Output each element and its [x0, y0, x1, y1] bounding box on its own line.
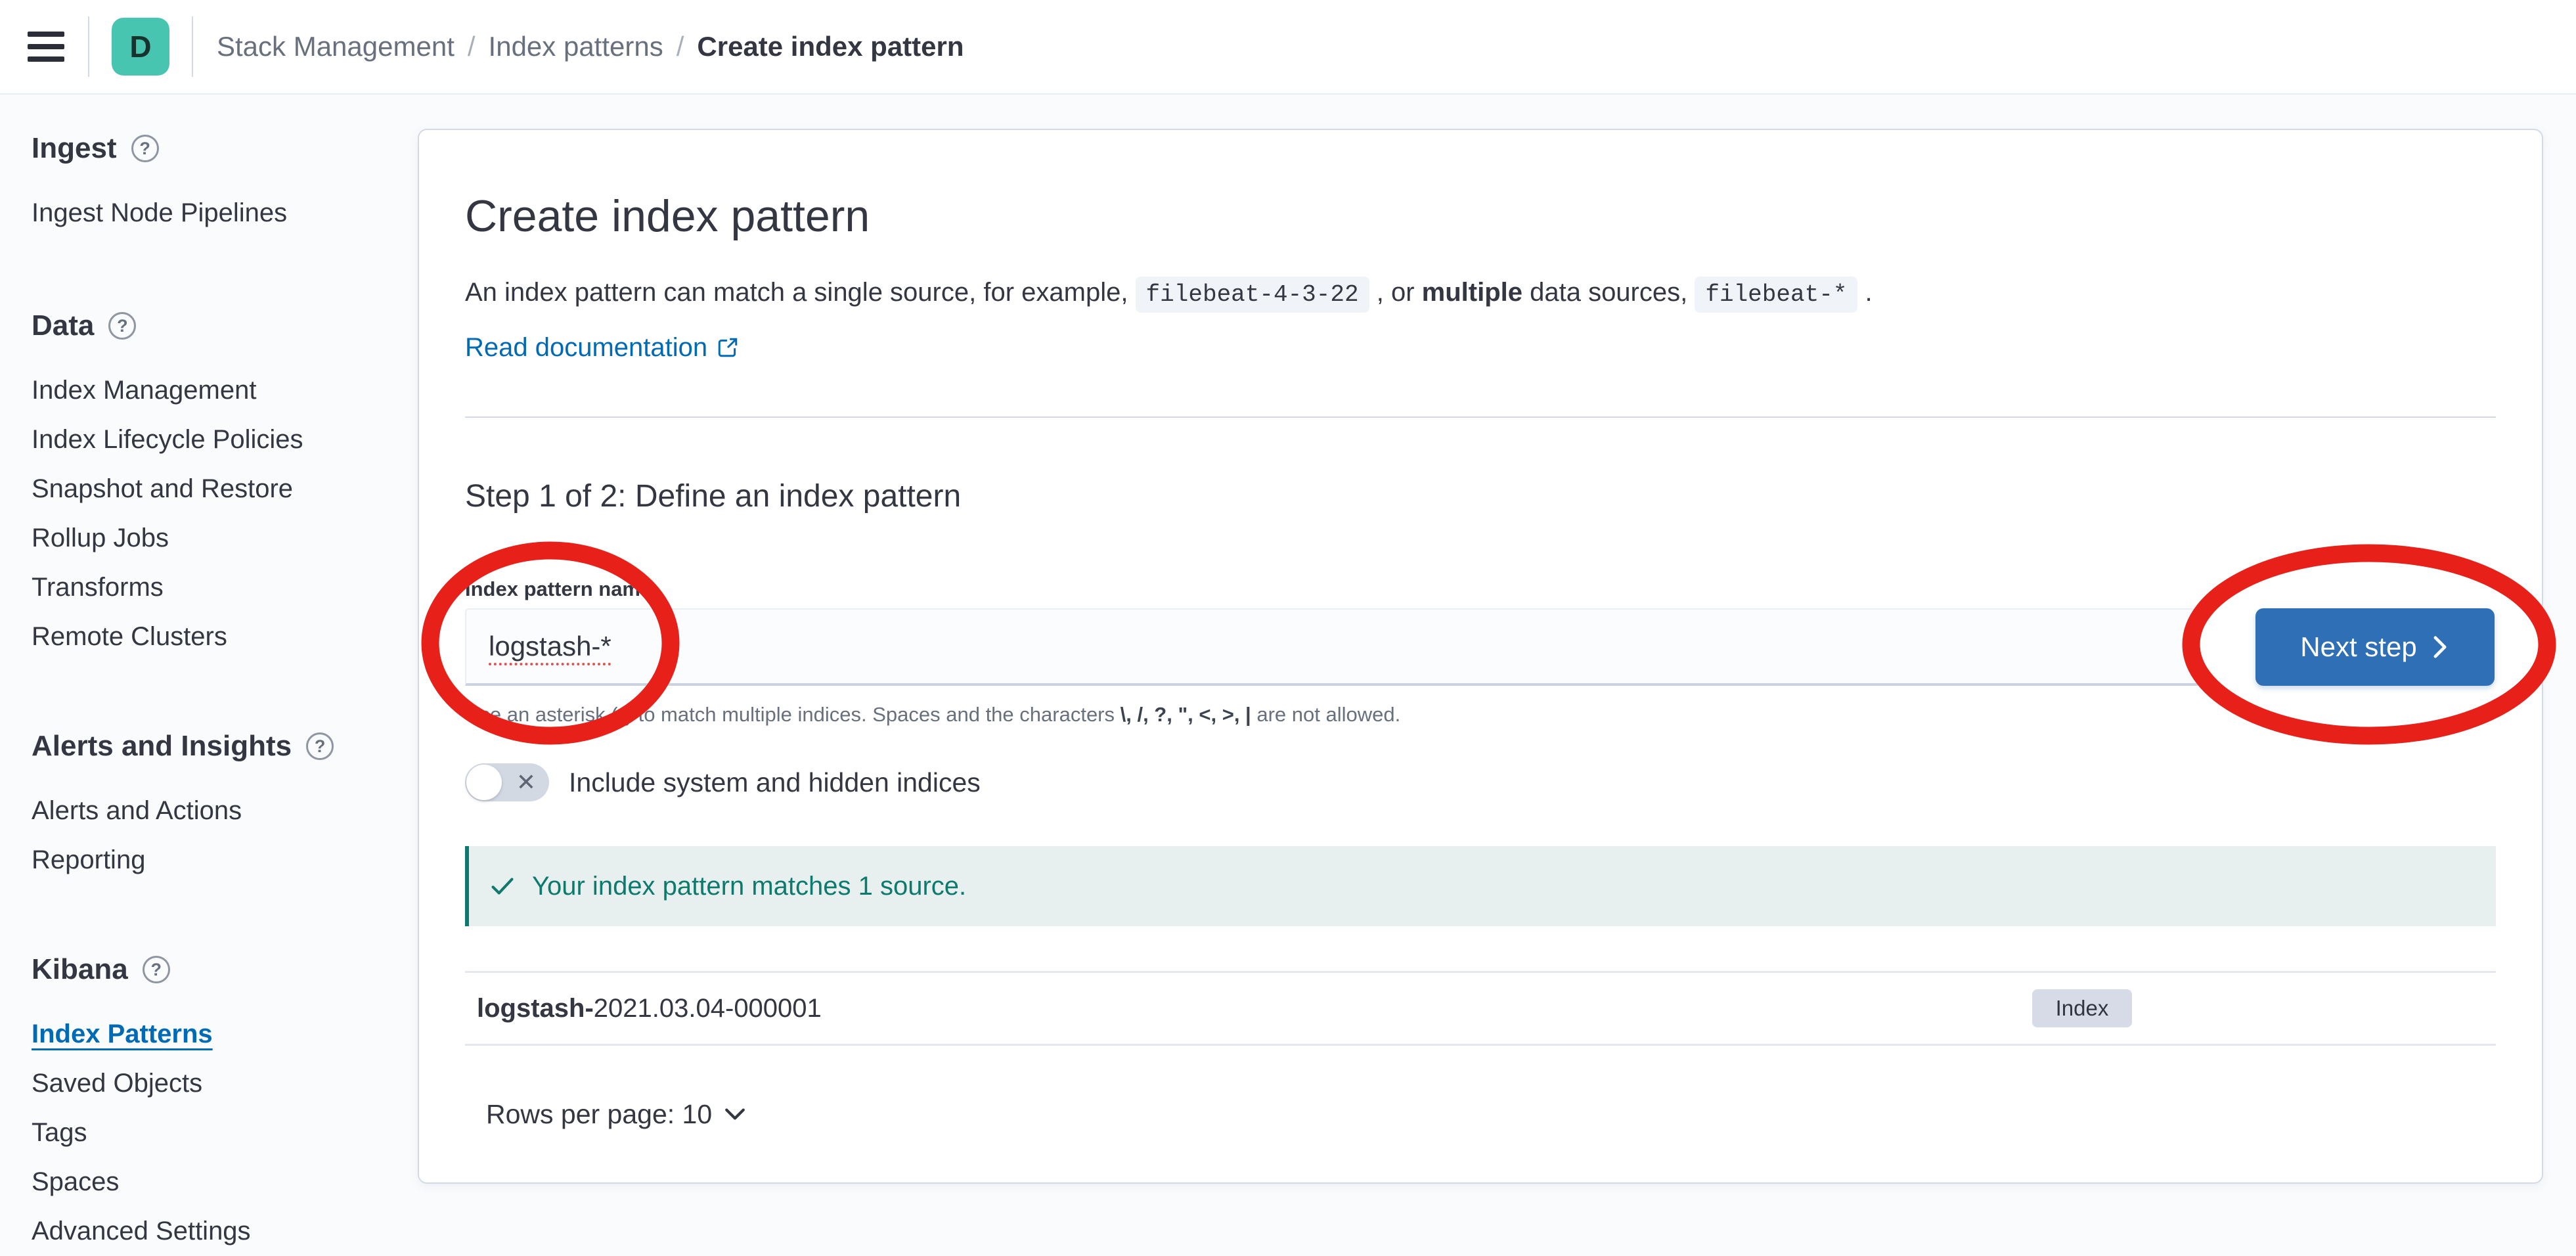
sidebar-item-rollup-jobs[interactable]: Rollup Jobs [32, 514, 399, 563]
sidebar-item-ingest-node-pipelines[interactable]: Ingest Node Pipelines [32, 189, 399, 238]
page-title: Create index pattern [465, 191, 2496, 242]
rows-per-page-label: Rows per page: 10 [486, 1099, 712, 1130]
space-avatar[interactable]: D [112, 18, 169, 76]
help-icon[interactable]: ? [306, 732, 334, 760]
read-documentation-link[interactable]: Read documentation [465, 327, 739, 368]
input-helper-text: Use an asterisk (*) to match multiple in… [465, 702, 2496, 728]
sidebar-section-title: Data [32, 309, 94, 342]
sidebar-item-index-patterns[interactable]: Index Patterns [32, 1010, 399, 1059]
matching-sources-table-row: logstash-2021.03.04-000001 Index [465, 971, 2496, 1046]
check-icon [489, 872, 516, 900]
description-part: , or [1369, 278, 1422, 307]
breadcrumb-create-index-pattern: Create index pattern [697, 31, 964, 62]
breadcrumb-index-patterns[interactable]: Index patterns [489, 31, 663, 62]
helper-prefix: Use an asterisk (*) to match multiple in… [465, 703, 1121, 726]
rows-per-page-dropdown[interactable]: Rows per page: 10 [465, 1096, 746, 1133]
helper-forbidden-chars: \, /, ?, ", <, >, | [1121, 703, 1251, 726]
index-pattern-input-value: logstash-* [489, 631, 611, 662]
index-pattern-name-label: Index pattern name [465, 577, 2496, 602]
description-text: An index pattern can match a single sour… [465, 272, 2496, 315]
success-callout-message: Your index pattern matches 1 source. [532, 872, 966, 901]
sidebar-section-title: Ingest [32, 132, 117, 165]
sidebar-item-index-management[interactable]: Index Management [32, 366, 399, 415]
sidebar-item-alerts-and-actions[interactable]: Alerts and Actions [32, 786, 399, 836]
breadcrumb: Stack Management / Index patterns / Crea… [217, 31, 964, 62]
sidebar-item-reporting[interactable]: Reporting [32, 836, 399, 885]
toggle-off-x-icon: ✕ [516, 771, 536, 794]
external-link-icon [717, 336, 739, 359]
next-step-label: Next step [2300, 631, 2416, 663]
success-callout: Your index pattern matches 1 source. [465, 846, 2496, 926]
breadcrumb-separator: / [677, 31, 684, 62]
sidebar-section-kibana: Kibana ? Index Patterns Saved Objects Ta… [32, 949, 399, 1256]
sidebar-section-title: Kibana [32, 953, 128, 986]
app-header: D Stack Management / Index patterns / Cr… [0, 0, 2576, 95]
chevron-right-icon [2430, 635, 2450, 660]
index-pattern-form-row: logstash-* Next step [465, 608, 2496, 686]
section-divider [465, 416, 2496, 418]
matched-index-name-prefix: logstash- [477, 994, 594, 1023]
help-icon[interactable]: ? [143, 956, 170, 983]
code-example-wildcard: filebeat-* [1695, 277, 1857, 313]
sidebar-item-index-lifecycle-policies[interactable]: Index Lifecycle Policies [32, 415, 399, 464]
sidebar-item-spaces[interactable]: Spaces [32, 1157, 399, 1207]
header-divider [192, 16, 193, 77]
sidebar-section-ingest: Ingest ? Ingest Node Pipelines [32, 128, 399, 238]
sidebar-item-saved-objects[interactable]: Saved Objects [32, 1059, 399, 1108]
index-type-badge: Index [2032, 989, 2132, 1027]
breadcrumb-stack-management[interactable]: Stack Management [217, 31, 455, 62]
header-divider [88, 16, 89, 77]
sidebar-section-data: Data ? Index Management Index Lifecycle … [32, 305, 399, 662]
description-part: An index pattern can match a single sour… [465, 278, 1136, 307]
next-step-button[interactable]: Next step [2255, 608, 2495, 686]
sidebar-item-tags[interactable]: Tags [32, 1108, 399, 1157]
matched-index-name-suffix: 2021.03.04-000001 [594, 994, 822, 1023]
breadcrumb-separator: / [468, 31, 476, 62]
description-part: . [1857, 278, 1872, 307]
include-hidden-indices-toggle[interactable]: ✕ [465, 763, 549, 801]
chevron-down-icon [724, 1107, 746, 1121]
help-icon[interactable]: ? [131, 135, 159, 162]
sidebar-item-remote-clusters[interactable]: Remote Clusters [32, 612, 399, 662]
helper-suffix: are not allowed. [1251, 703, 1400, 726]
sidebar-item-advanced-settings[interactable]: Advanced Settings [32, 1207, 399, 1256]
matched-index-name: logstash-2021.03.04-000001 [477, 994, 822, 1023]
step-heading: Step 1 of 2: Define an index pattern [465, 477, 2496, 516]
sidebar-section-title: Alerts and Insights [32, 730, 292, 763]
read-documentation-label: Read documentation [465, 327, 707, 368]
code-example-single: filebeat-4-3-22 [1136, 277, 1369, 313]
description-part: data sources, [1522, 278, 1695, 307]
menu-hamburger-icon[interactable] [28, 32, 64, 62]
description-emphasis: multiple [1422, 278, 1522, 307]
include-hidden-indices-row: ✕ Include system and hidden indices [465, 763, 2496, 801]
create-index-pattern-panel: Create index pattern An index pattern ca… [418, 129, 2543, 1184]
sidebar-section-alerts-and-insights: Alerts and Insights ? Alerts and Actions… [32, 726, 399, 885]
index-pattern-name-input[interactable]: logstash-* [465, 608, 2199, 686]
help-icon[interactable]: ? [108, 312, 136, 340]
sidebar-item-transforms[interactable]: Transforms [32, 563, 399, 612]
toggle-knob [466, 765, 502, 800]
sidebar-item-snapshot-and-restore[interactable]: Snapshot and Restore [32, 464, 399, 514]
include-hidden-indices-label: Include system and hidden indices [569, 767, 981, 798]
